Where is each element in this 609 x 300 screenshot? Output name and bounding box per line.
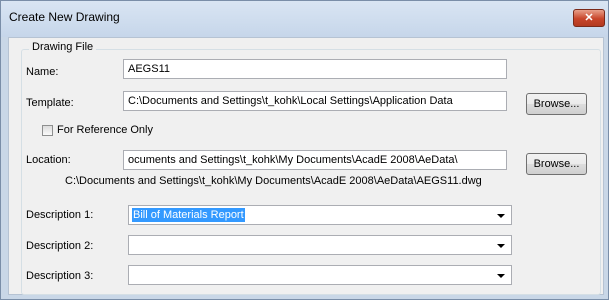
chevron-down-icon[interactable] xyxy=(497,244,505,248)
close-icon: ✕ xyxy=(584,12,594,24)
reference-only-checkbox[interactable] xyxy=(42,125,53,136)
template-field[interactable]: C:\Documents and Settings\t_kohk\Local S… xyxy=(123,91,507,111)
chevron-down-icon[interactable] xyxy=(497,274,505,278)
location-label: Location: xyxy=(26,154,71,166)
location-full-path: C:\Documents and Settings\t_kohk\My Docu… xyxy=(65,175,482,187)
chevron-down-icon[interactable] xyxy=(497,214,505,218)
description-1-value: Bill of Materials Report xyxy=(132,208,245,222)
template-label: Template: xyxy=(26,97,74,109)
description-2-label: Description 2: xyxy=(26,240,94,252)
location-browse-button[interactable]: Browse... xyxy=(526,153,587,175)
description-3-combo[interactable] xyxy=(128,265,512,285)
dialog-title: Create New Drawing xyxy=(9,10,120,24)
description-2-combo[interactable] xyxy=(128,235,512,255)
create-new-drawing-dialog: Create New Drawing ✕ Drawing File Name: … xyxy=(0,0,609,300)
dialog-body: Drawing File Name: AEGS11 Template: C:\D… xyxy=(8,37,604,295)
drawing-file-group xyxy=(21,49,601,295)
name-field[interactable]: AEGS11 xyxy=(123,59,507,79)
name-label: Name: xyxy=(26,66,59,78)
description-3-label: Description 3: xyxy=(26,270,94,282)
reference-only-label: For Reference Only xyxy=(57,124,153,136)
drawing-file-group-title: Drawing File xyxy=(29,41,97,53)
title-bar[interactable]: Create New Drawing ✕ xyxy=(1,1,608,37)
template-browse-button[interactable]: Browse... xyxy=(526,93,587,115)
location-field[interactable]: ocuments and Settings\t_kohk\My Document… xyxy=(123,150,507,170)
description-1-label: Description 1: xyxy=(26,209,94,221)
description-1-combo[interactable]: Bill of Materials Report xyxy=(128,205,512,225)
close-button[interactable]: ✕ xyxy=(573,9,605,27)
